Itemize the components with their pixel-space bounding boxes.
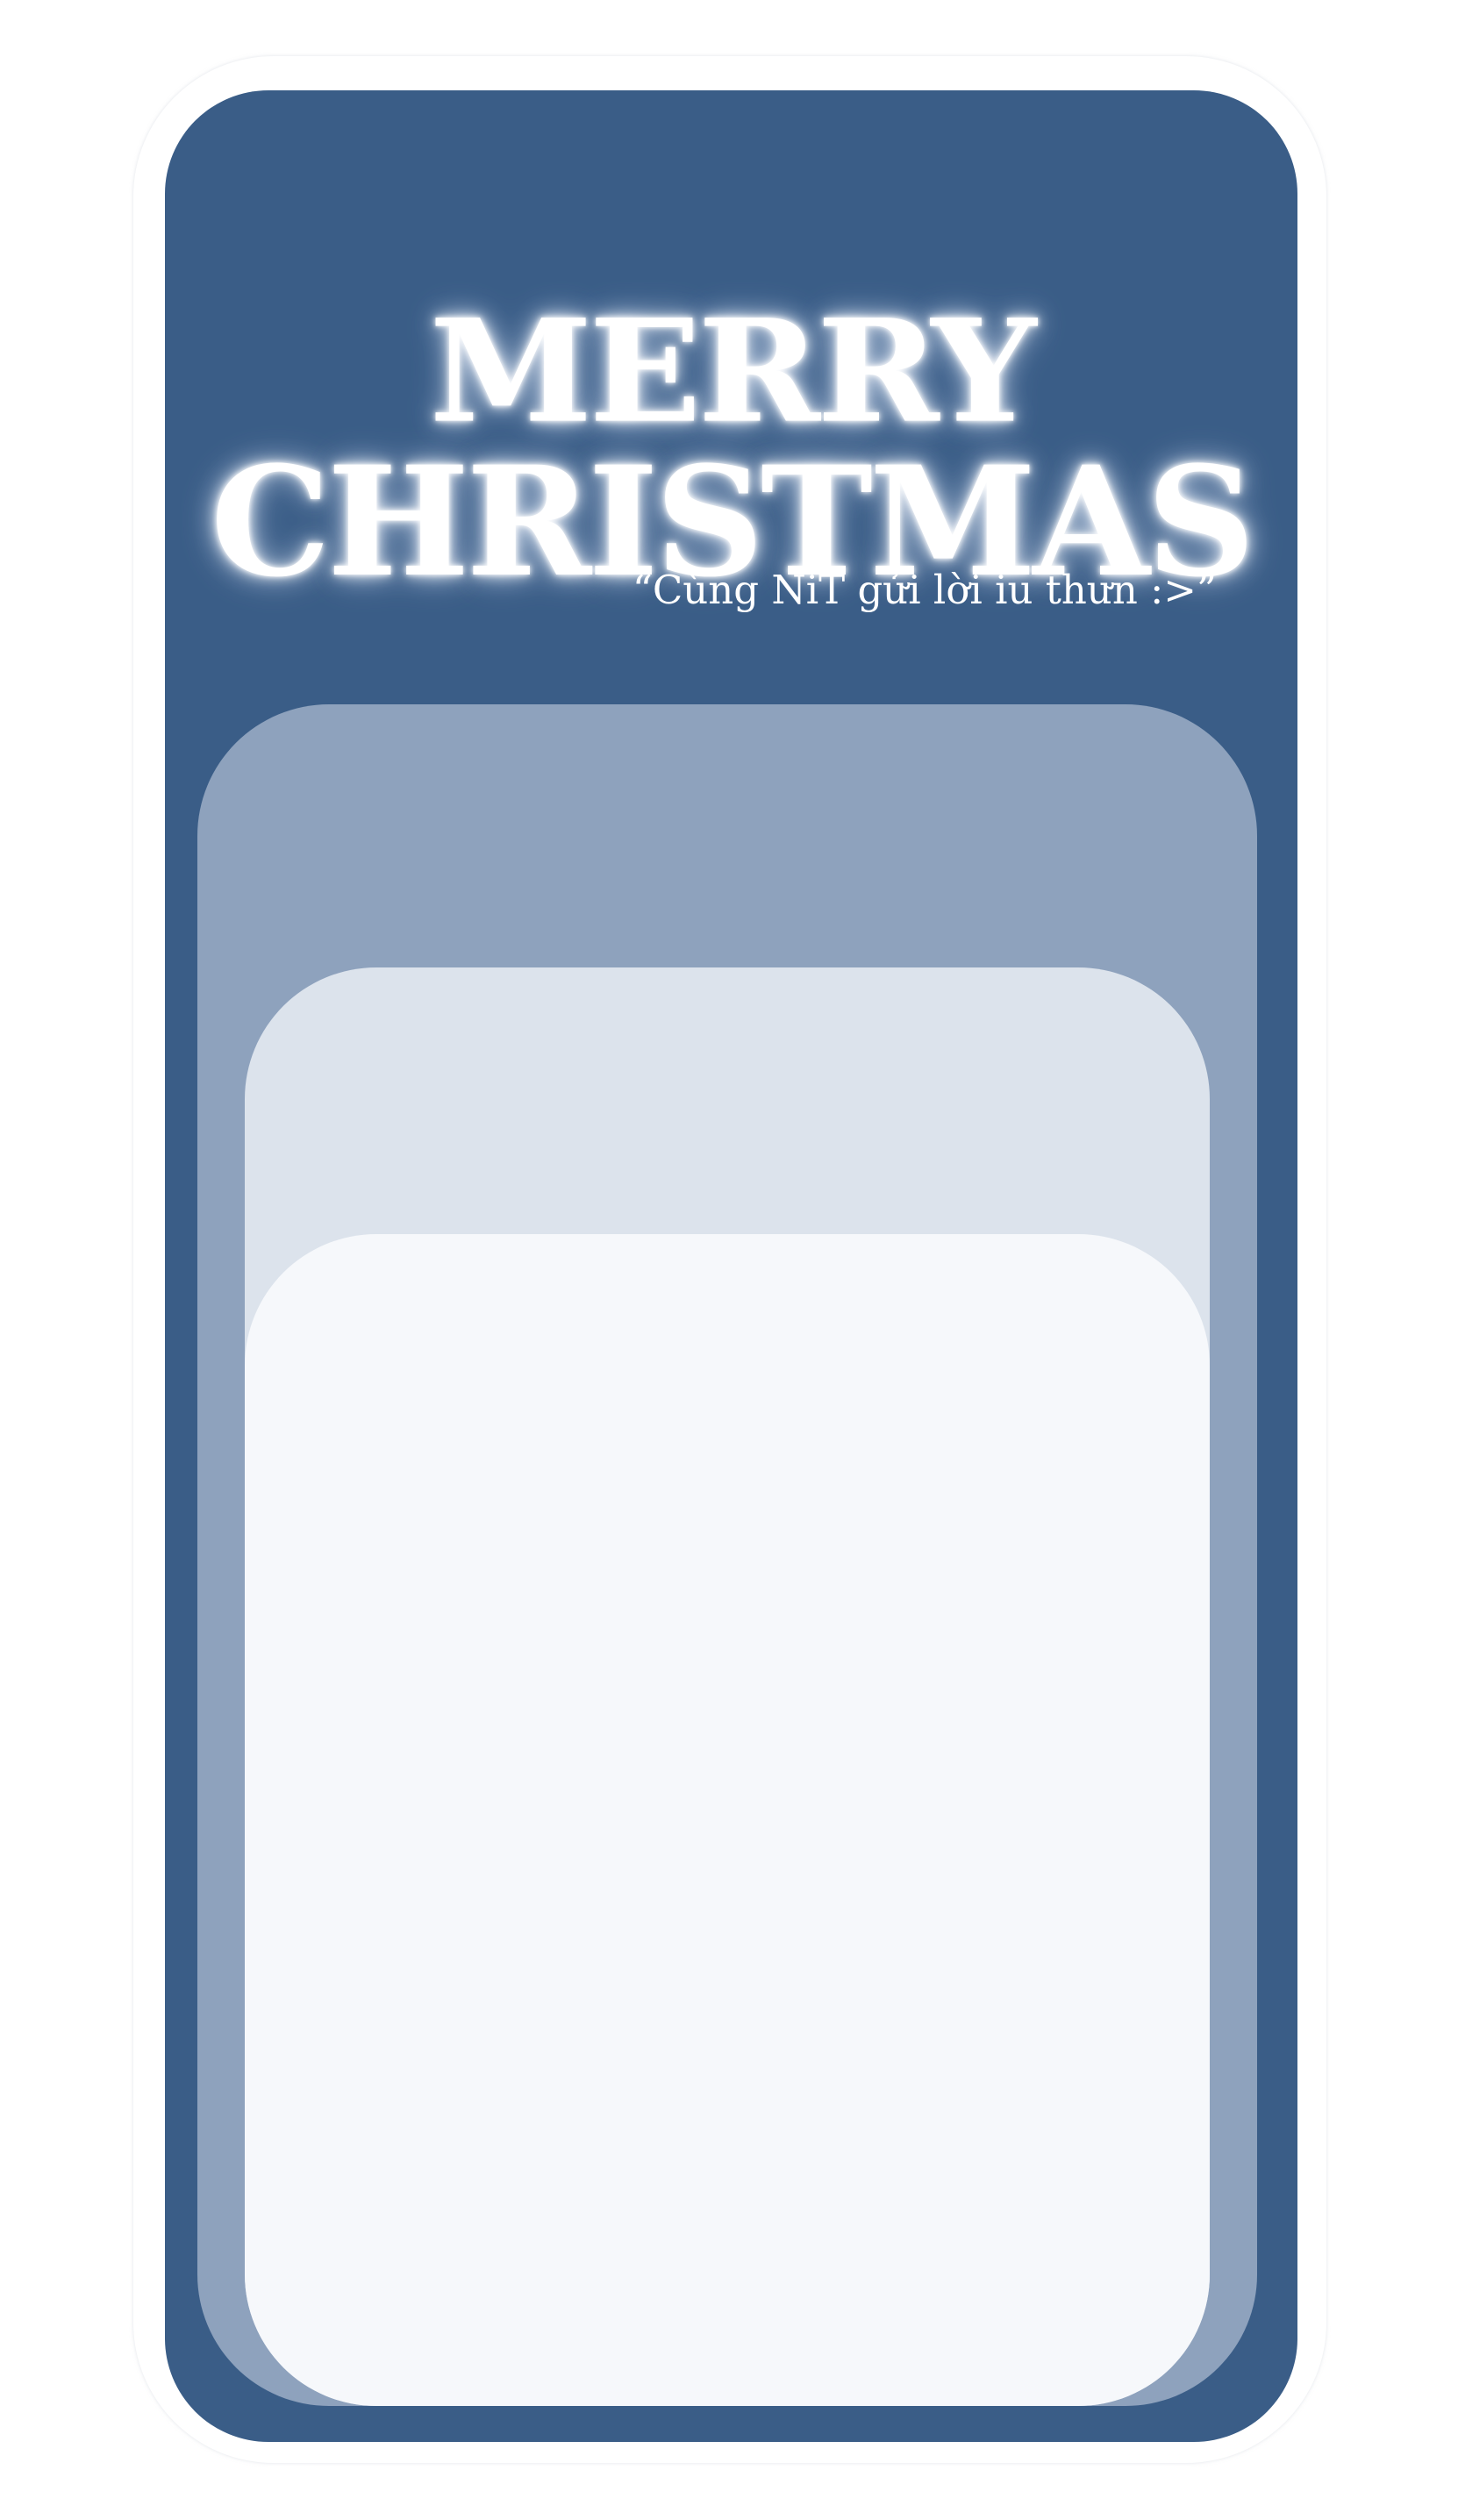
subtitle-quote: “Cùng NiT gửi lời iu thưn :>” (632, 567, 1217, 613)
message-panel-front[interactable] (245, 1234, 1210, 2406)
greeting-card: MERRY CHRISTMAS “Cùng NiT gửi lời iu thư… (165, 90, 1297, 2442)
title-merry: MERRY (429, 287, 1036, 455)
